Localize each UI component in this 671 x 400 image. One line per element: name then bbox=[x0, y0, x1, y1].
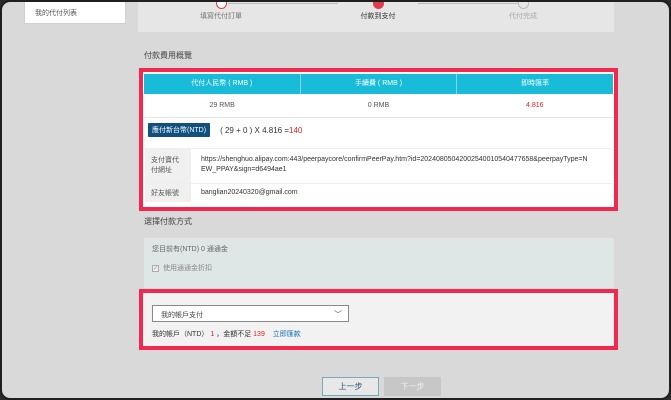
fee-value-rate: 4.816 bbox=[526, 102, 544, 109]
step-complete: 代付完成 bbox=[478, 2, 568, 21]
next-button[interactable]: 下一步 bbox=[384, 377, 441, 396]
fee-table-header: 代付人民幣 ( RMB ) 手續費 ( RMB ) 即時匯率 bbox=[144, 74, 613, 94]
fee-header-rate: 即時匯率 bbox=[521, 80, 550, 87]
step-label: 填寫代付訂單 bbox=[200, 13, 242, 20]
ntd-convert-button[interactable]: 應付新台幣(NTD) bbox=[148, 123, 211, 137]
friend-account-value: banglian20240320@gmail.com bbox=[201, 189, 298, 196]
calc-result: 140 bbox=[289, 125, 303, 135]
shortfall-prefix: ，金額不足 bbox=[216, 331, 254, 338]
select-value: 我的帳戶支付 bbox=[161, 312, 203, 319]
chevron-down-icon: ﹀ bbox=[334, 310, 342, 319]
sidebar-title: 我的代付列表 bbox=[35, 10, 77, 17]
method-section-title: 選擇付款方式 bbox=[144, 217, 192, 226]
pay-link-row: 支付寶代付網址 https://shenghuo.alipay.com:443/… bbox=[145, 148, 612, 184]
pay-link-url[interactable]: https://shenghuo.alipay.com:443/peerpayc… bbox=[191, 149, 601, 183]
pay-link-label: 支付寶代付網址 bbox=[145, 149, 191, 183]
step-fill-order: 填寫代付訂單 bbox=[176, 2, 266, 21]
friend-account-label: 好友帳號 bbox=[145, 184, 191, 202]
step-dot-icon bbox=[215, 2, 227, 9]
step-label: 代付完成 bbox=[509, 13, 537, 20]
friend-account-row: 好友帳號 banglian20240320@gmail.com bbox=[145, 184, 612, 202]
points-checkbox-label: 使用通通金折扣 bbox=[163, 265, 212, 272]
step-dot-icon bbox=[517, 2, 529, 9]
calc-formula: ( 29 + 0 ) X 4.816 = bbox=[220, 125, 289, 135]
browser-frame: 我的代付列表 填寫代付訂單 付款到支付 代付完成 付款費用概覽 代付人民幣 ( … bbox=[0, 0, 671, 400]
checkbox-icon[interactable]: ✓ bbox=[152, 264, 159, 272]
step-label: 付款到支付 bbox=[360, 13, 396, 20]
fee-value-rmb: 29 RMB bbox=[209, 102, 235, 109]
account-balance: 我的帳戶（NTD） 1 ，金額不足 139 立即匯款 bbox=[152, 329, 301, 339]
sidebar-my-orders[interactable]: 我的代付列表 bbox=[24, 2, 126, 24]
step-pay: 付款到支付 bbox=[333, 2, 423, 21]
step-dot-icon bbox=[372, 2, 384, 9]
points-checkbox[interactable]: ✓ 使用通通金折扣 bbox=[152, 263, 606, 273]
fee-header-rmb: 代付人民幣 ( RMB ) bbox=[144, 74, 301, 94]
fee-section-title: 付款費用概覽 bbox=[144, 51, 192, 60]
table-row: 29 RMB 0 RMB 4.816 bbox=[144, 94, 613, 118]
fee-value-fee: 0 RMB bbox=[367, 102, 390, 109]
progress-steps: 填寫代付訂單 付款到支付 代付完成 bbox=[138, 2, 614, 32]
ntd-calculation: 應付新台幣(NTD) ( 29 + 0 ) X 4.816 = 140 bbox=[148, 123, 302, 137]
payment-method-panel: 您目前有(NTD) 0 通通金 ✓ 使用通通金折扣 bbox=[144, 238, 614, 288]
points-balance: 您目前有(NTD) 0 通通金 bbox=[152, 246, 228, 253]
fee-header-fee: 手續費 ( RMB ) bbox=[301, 74, 458, 94]
prev-button[interactable]: 上一步 bbox=[322, 377, 379, 396]
topup-link[interactable]: 立即匯款 bbox=[273, 331, 301, 338]
balance-amount: 1 bbox=[210, 331, 215, 338]
payment-account-select[interactable]: 我的帳戶支付 ﹀ bbox=[152, 305, 349, 322]
shortfall-amount: 139 bbox=[253, 331, 265, 338]
balance-prefix: 我的帳戶（NTD） bbox=[152, 331, 209, 338]
fee-table: 代付人民幣 ( RMB ) 手續費 ( RMB ) 即時匯率 29 RMB 0 … bbox=[144, 74, 613, 118]
